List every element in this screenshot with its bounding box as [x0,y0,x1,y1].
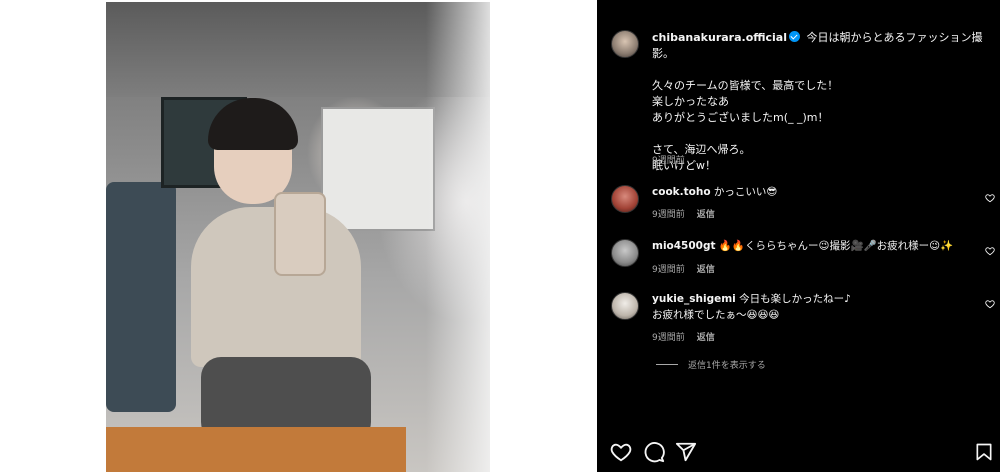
comment-text: 🔥🔥くららちゃんー😉撮影🎥🎤お疲れ様ー😉✨ [718,240,954,252]
photo-window [321,107,435,231]
view-replies-label: 返信1件を表示する [688,361,766,371]
photo-table [106,427,406,472]
comment-avatar[interactable] [611,292,639,320]
reply-button[interactable]: 返信 [697,265,715,275]
comment-item: mio4500gt 🔥🔥くららちゃんー😉撮影🎥🎤お疲れ様ー😉✨ [652,238,972,254]
comment-like-heart-icon[interactable] [985,246,995,256]
comment-username[interactable]: cook.toho [652,186,711,198]
comment-item: cook.toho かっこいい😎 [652,184,972,200]
comment-text: かっこいい😎 [713,186,778,198]
comment-like-heart-icon[interactable] [985,193,995,203]
photo-seat [106,182,176,412]
author-avatar[interactable] [611,30,639,58]
post-photo [106,2,490,472]
reply-button[interactable]: 返信 [697,210,715,220]
caption-text: 今日は朝からとあるファッション撮影。 久々のチームの皆様で、最高でした！ 楽しか… [652,31,983,172]
view-replies-button[interactable]: 返信1件を表示する [656,358,766,371]
author-username[interactable]: chibanakurara.official [652,31,787,44]
comment-avatar[interactable] [611,185,639,213]
caption-meta: 9週間前 [652,153,697,166]
photo-light-flare [426,2,490,472]
reply-button[interactable]: 返信 [697,333,715,343]
comment-icon[interactable] [643,441,665,463]
comment-time: 9週間前 [652,333,685,343]
comment-avatar[interactable] [611,239,639,267]
send-icon[interactable] [675,441,697,463]
verified-badge-icon [789,31,801,42]
comment-username[interactable]: mio4500gt [652,240,716,252]
comment-time: 9週間前 [652,265,685,275]
comment-meta: 9週間前 返信 [652,207,727,220]
comment-meta: 9週間前 返信 [652,330,727,343]
caption-time: 9週間前 [652,156,685,166]
heart-icon[interactable] [610,441,632,463]
post-caption: chibanakurara.official 今日は朝からとあるファッション撮影… [652,30,992,174]
comment-time: 9週間前 [652,210,685,220]
bookmark-icon[interactable] [974,441,994,463]
comment-like-heart-icon[interactable] [985,299,995,309]
view-replies-line [656,364,678,365]
photo-phone [274,192,326,276]
comment-item: yukie_shigemi 今日も楽しかったねー♪ お疲れ様でしたぁ〜😆😆😆 [652,291,972,323]
comment-meta: 9週間前 返信 [652,262,727,275]
comment-username[interactable]: yukie_shigemi [652,293,736,305]
